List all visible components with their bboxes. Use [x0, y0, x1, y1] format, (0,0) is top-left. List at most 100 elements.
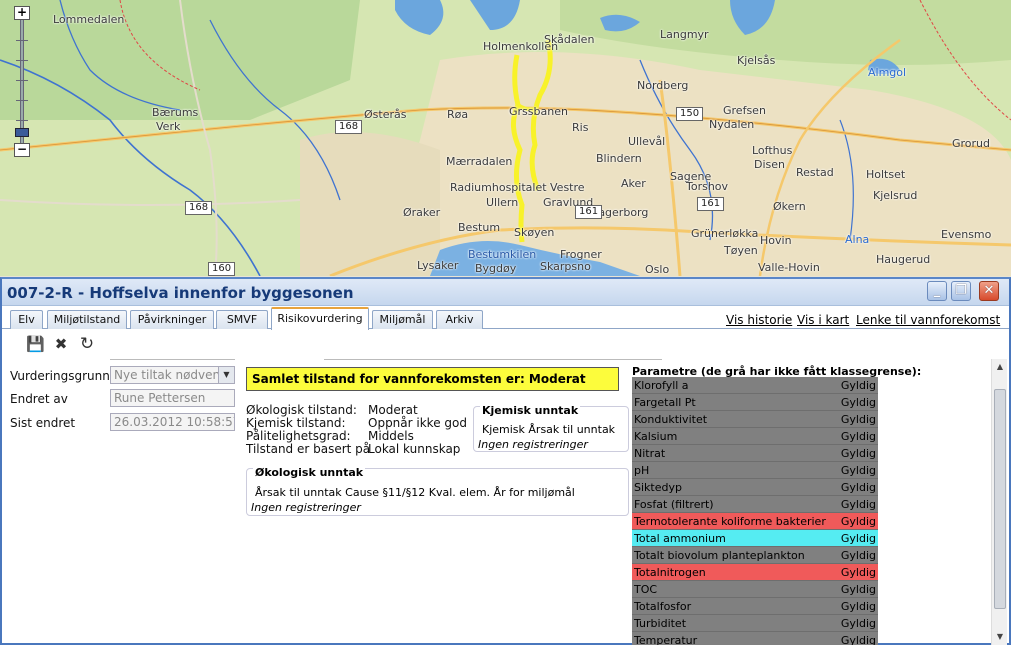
- parameter-row[interactable]: Temperatur Gyldig: [632, 632, 878, 645]
- close-icon: ✕: [983, 283, 995, 298]
- parameter-name: Temperatur: [634, 634, 698, 645]
- zoom-in-button[interactable]: +: [14, 6, 30, 20]
- palitelighet-label: Pålitelighetsgrad:: [246, 429, 351, 443]
- window-titlebar[interactable]: 007-2-R - Hoffselva innenfor byggesonen …: [2, 279, 1009, 306]
- kjemisk-unntak-legend: Kjemisk unntak: [480, 404, 581, 417]
- link-vis-historie[interactable]: Vis historie: [726, 313, 792, 327]
- place-evensmo: Evensmo: [941, 228, 992, 241]
- vurderingsgrunn-select[interactable]: Nye tiltak nødvendig ▼: [110, 366, 235, 384]
- zoom-slider-handle[interactable]: [15, 128, 29, 137]
- map-view[interactable]: Lommedalen Bærums Verk Østerås Holmenkol…: [0, 0, 1011, 276]
- place-aker: Aker: [621, 177, 646, 190]
- parameter-row[interactable]: Siktedyp Gyldig: [632, 479, 878, 496]
- parameter-row[interactable]: Kalsium Gyldig: [632, 428, 878, 445]
- sist-endret-field[interactable]: 26.03.2012 10:58:57: [110, 413, 235, 431]
- parameter-row[interactable]: Totalfosfor Gyldig: [632, 598, 878, 615]
- tab-elv[interactable]: Elv: [10, 310, 43, 329]
- parameter-row[interactable]: Fargetall Pt Gyldig: [632, 394, 878, 411]
- close-button[interactable]: ✕: [979, 281, 999, 301]
- minimize-button[interactable]: _: [927, 281, 947, 301]
- save-icon[interactable]: 💾: [26, 335, 45, 353]
- road-shield: 168: [185, 201, 213, 215]
- place-osteras: Østerås: [364, 108, 407, 121]
- parameter-row[interactable]: Turbiditet Gyldig: [632, 615, 878, 632]
- parameter-status: Gyldig: [840, 583, 876, 596]
- scrollbar-thumb[interactable]: [994, 389, 1006, 609]
- place-alna: Alna: [845, 233, 870, 246]
- parameter-status: Gyldig: [840, 515, 876, 528]
- parameter-row[interactable]: Konduktivitet Gyldig: [632, 411, 878, 428]
- parameter-row[interactable]: Nitrat Gyldig: [632, 445, 878, 462]
- okologisk-unntak-legend: Økologisk unntak: [253, 466, 366, 479]
- place-skarpsno: Skarpsno: [540, 260, 591, 273]
- place-verk: Verk: [156, 120, 181, 133]
- place-disen: Disen: [754, 158, 785, 171]
- zoom-slider-track[interactable]: [20, 20, 24, 144]
- place-toyen: Tøyen: [724, 244, 758, 257]
- place-restad: Restad: [796, 166, 834, 179]
- cancel-icon[interactable]: ✖: [52, 335, 70, 353]
- road-shield: 161: [697, 197, 725, 211]
- vertical-scrollbar[interactable]: ▲ ▼: [991, 359, 1007, 645]
- scroll-down-icon[interactable]: ▼: [992, 629, 1008, 645]
- place-kjelsrud: Kjelsrud: [873, 189, 918, 202]
- place-nordberg: Nordberg: [637, 79, 689, 92]
- place-marradalen: Mærradalen: [446, 155, 513, 168]
- tab-miljotilstand[interactable]: Miljøtilstand: [47, 310, 127, 329]
- parameter-name: Konduktivitet: [634, 413, 708, 426]
- place-bestum: Bestum: [458, 221, 501, 234]
- parameter-name: Fargetall Pt: [634, 396, 696, 409]
- scroll-up-icon[interactable]: ▲: [992, 359, 1008, 375]
- place-bestumkilen: Bestumkilen: [468, 248, 537, 261]
- link-vannforekomst[interactable]: Lenke til vannforekomst: [856, 313, 1000, 327]
- link-vis-i-kart[interactable]: Vis i kart: [797, 313, 849, 327]
- zoom-tick: [16, 120, 28, 121]
- parameter-status: Gyldig: [840, 413, 876, 426]
- tab-miljomal[interactable]: Miljømål: [372, 310, 433, 329]
- place-blindern: Blindern: [596, 152, 642, 165]
- parameter-row[interactable]: Totalnitrogen Gyldig: [632, 564, 878, 581]
- maximize-icon: ❐: [955, 283, 967, 298]
- parameter-status: Gyldig: [840, 379, 876, 392]
- parameter-row[interactable]: TOC Gyldig: [632, 581, 878, 598]
- divider: [110, 359, 235, 360]
- okologisk-unntak-headers: Årsak til unntak Cause §11/§12 Kval. ele…: [255, 486, 575, 499]
- parameter-name: Fosfat (filtrert): [634, 498, 714, 511]
- place-skoyen: Skøyen: [514, 226, 555, 239]
- place-hovin: Hovin: [760, 234, 792, 247]
- basis-value: Lokal kunnskap: [368, 442, 461, 456]
- parameter-status: Gyldig: [840, 464, 876, 477]
- refresh-icon[interactable]: ↻: [78, 335, 96, 353]
- parameter-status: Gyldig: [840, 634, 876, 645]
- parameter-row[interactable]: pH Gyldig: [632, 462, 878, 479]
- summary-banner: Samlet tilstand for vannforekomsten er: …: [246, 367, 619, 391]
- tab-risikovurdering[interactable]: Risikovurdering: [271, 307, 369, 330]
- place-radiumhospitalet: Radiumhospitalet: [450, 181, 547, 194]
- parameter-row[interactable]: Total ammonium Gyldig: [632, 530, 878, 547]
- parameter-row[interactable]: Termotolerante koliforme bakterier Gyldig: [632, 513, 878, 530]
- parameter-row[interactable]: Klorofyll a Gyldig: [632, 377, 878, 394]
- zoom-out-button[interactable]: −: [14, 143, 30, 157]
- place-lofthus: Lofthus: [752, 144, 793, 157]
- tab-arkiv[interactable]: Arkiv: [436, 310, 483, 329]
- place-lysaker: Lysaker: [417, 259, 459, 272]
- parameter-row[interactable]: Totalt biovolum planteplankton Gyldig: [632, 547, 878, 564]
- chevron-down-icon[interactable]: ▼: [218, 367, 234, 383]
- maximize-button[interactable]: ❐: [951, 281, 971, 301]
- road-shield: 168: [335, 120, 363, 134]
- endret-av-label: Endret av: [10, 392, 68, 406]
- parameter-name: pH: [634, 464, 650, 477]
- parameter-name: Nitrat: [634, 447, 666, 460]
- endret-av-field[interactable]: Rune Pettersen: [110, 389, 235, 407]
- road-shield: 160: [208, 262, 236, 276]
- parameter-name: Siktedyp: [634, 481, 682, 494]
- parameter-row[interactable]: Fosfat (filtrert) Gyldig: [632, 496, 878, 513]
- kjemisk-unntak-empty: Ingen registreringer: [478, 438, 588, 451]
- parameter-status: Gyldig: [840, 396, 876, 409]
- tab-smvf[interactable]: SMVF: [216, 310, 268, 329]
- sist-endret-label: Sist endret: [10, 416, 76, 430]
- place-skadalen: Skådalen: [544, 33, 595, 46]
- place-oslo: Oslo: [645, 263, 670, 276]
- tab-pavirkninger[interactable]: Påvirkninger: [130, 310, 214, 329]
- parameter-status: Gyldig: [840, 430, 876, 443]
